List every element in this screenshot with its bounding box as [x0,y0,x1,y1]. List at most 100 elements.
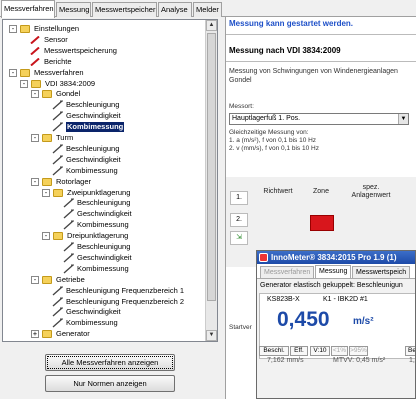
tab-melder[interactable]: Melder [193,2,222,17]
show-all-procedures-button[interactable]: Alle Messverfahren anzeigen [45,354,175,371]
procedure-tree[interactable]: ▲ ▼ - Einstellungen Sensor Messwertspeicher… [2,19,218,342]
tab-messwertspeicher[interactable]: Messwertspeicher [92,2,157,17]
collapse-icon[interactable]: - [42,188,50,197]
tree-item[interactable]: Geschwindigkeit [3,253,203,263]
tree-item[interactable]: - Turm [3,133,203,143]
grid-row-2[interactable]: 2. [230,213,248,227]
collapse-icon[interactable]: - [31,90,39,99]
measured-unit: m/s² [353,316,374,327]
messort-select[interactable]: Hauptlagerfuß 1. Pos. ▼ [229,113,409,125]
scroll-up-button[interactable]: ▲ [206,20,217,31]
probe-icon [63,264,74,274]
innometer-window[interactable]: InnoMeter® 3834:2015 Pro 1.9 (1) Messver… [256,250,416,399]
tree-item-label: Kombimessung [77,263,129,273]
expand-icon[interactable]: + [31,330,39,339]
tree-item[interactable]: Kombimessung [3,318,203,328]
tree-item[interactable]: - Messverfahren [3,68,203,78]
folder-icon [20,25,30,33]
tree-item[interactable]: - Dreipunktlagerung [3,231,203,241]
collapse-icon[interactable]: - [31,134,39,142]
collapse-icon[interactable]: - [31,275,39,284]
pencil-icon [30,57,40,66]
tree-item[interactable]: Sensor [3,35,203,45]
collapse-icon[interactable]: - [42,232,50,241]
tab-analyse[interactable]: Analyse [158,2,192,17]
chevron-down-icon[interactable]: ▼ [398,114,408,124]
tree-item[interactable]: Berichte [3,57,203,67]
app-logo-icon [259,253,268,262]
tree-item[interactable]: Geschwindigkeit [3,155,203,165]
inno-subtitle: Generator elastisch gekuppelt: Beschleun… [260,282,403,289]
tab-messverfahren[interactable]: Messverfahren [1,0,55,18]
tree-item-label: Geschwindigkeit [66,154,121,164]
tree-scrollbar[interactable]: ▲ ▼ [205,20,217,341]
lt1-button[interactable]: <1% [331,346,348,356]
scroll-thumb[interactable] [207,33,216,301]
start-label: Startver [229,324,252,331]
tree-item[interactable]: Kombimessung [3,122,203,133]
tree-item[interactable]: Kombimessung [3,220,203,230]
tree-item-label: Zweipunktlagerung [67,187,131,197]
tree-item[interactable]: Kombimessung [3,166,203,176]
tree-item[interactable]: Beschleunigung Frequenzbereich 1 [3,286,203,296]
beschl-button[interactable]: Beschl. [259,346,289,356]
tab-messung[interactable]: Messung [56,2,91,17]
inno-tab-messung[interactable]: Messung [315,265,352,278]
be-button[interactable]: Be [405,346,415,356]
pencil-icon [30,46,40,55]
tree-item-label: Beschleunigung Frequenzbereich 2 [66,296,184,306]
tree-item[interactable]: Beschleunigung Frequenzbereich 2 [3,297,203,307]
collapse-icon[interactable]: - [31,177,39,186]
tree-item-label: Beschleunigung Frequenzbereich 1 [66,285,184,295]
scroll-down-button[interactable]: ▼ [206,330,217,341]
tree-item-label: Berichte [44,56,72,66]
tree-item-label: Messwertspeicherung [44,45,117,55]
probe-icon [63,242,74,252]
show-norms-only-button[interactable]: Nur Normen anzeigen [45,375,175,392]
folder-icon [42,90,52,99]
tree-item[interactable]: Beschleunigung [3,242,203,252]
pencil-icon [30,35,40,44]
collapse-icon[interactable]: - [9,25,17,33]
tree-item[interactable]: + Generator [3,329,203,339]
tree-item[interactable]: - Getriebe [3,275,203,285]
tree-item-label: Rotorlager [56,176,92,186]
folder-icon [53,188,63,197]
simultaneous-label: Gleichzeitige Messung von: [229,129,309,136]
tree-item[interactable]: Geschwindigkeit [3,111,203,121]
inno-tab-messwertspeicher[interactable]: Messwertspeich [352,266,411,278]
collapse-icon[interactable]: - [20,79,28,88]
tree-item[interactable]: - VDI 3834:2009 [3,79,203,89]
tree-item[interactable]: Geschwindigkeit [3,209,203,219]
tree-item[interactable]: - Rotorlager [3,177,203,187]
tree-item[interactable]: Beschleunigung [3,100,203,110]
messort-label: Messort: [229,103,254,110]
inno-tab-messverfahren[interactable]: Messverfahren [260,266,315,278]
tree-item-label: Geschwindigkeit [77,209,132,219]
collapse-icon[interactable]: - [9,68,17,77]
tree-item[interactable]: Messwertspeicherung [3,46,203,56]
tree-item-label: Beschleunigung [66,143,120,153]
innometer-title[interactable]: InnoMeter® 3834:2015 Pro 1.9 (1) [257,251,415,264]
folder-icon [42,134,52,142]
tree-item-label: Dreipunktlagerung [67,231,129,241]
expand-icon[interactable]: ⇲ [230,231,248,245]
tree-item-label: Gondel [56,89,81,99]
tree-item[interactable]: - Gondel [3,89,203,99]
grid-row-1[interactable]: 1. [230,191,248,205]
eff-button[interactable]: Eff. [290,346,308,356]
tree-item[interactable]: Geschwindigkeit [3,307,203,317]
probe-icon [63,209,74,219]
tree-item[interactable]: Beschleunigung [3,144,203,154]
tree-item[interactable]: - Einstellungen [3,24,203,34]
probe-icon [63,220,74,230]
probe-icon [63,253,74,263]
tree-item-label: Sensor [44,34,68,44]
tree-item[interactable]: - Zweipunktlagerung [3,188,203,198]
tree-item[interactable]: Beschleunigung [3,198,203,208]
status-message: Messung kann gestartet werden. [229,19,354,28]
tree-item[interactable]: Kombimessung [3,264,203,274]
v10-button[interactable]: V:10 [310,346,330,356]
innometer-title-text: InnoMeter® 3834:2015 Pro 1.9 (1) [271,253,397,262]
gt95-button[interactable]: >95% [349,346,368,356]
